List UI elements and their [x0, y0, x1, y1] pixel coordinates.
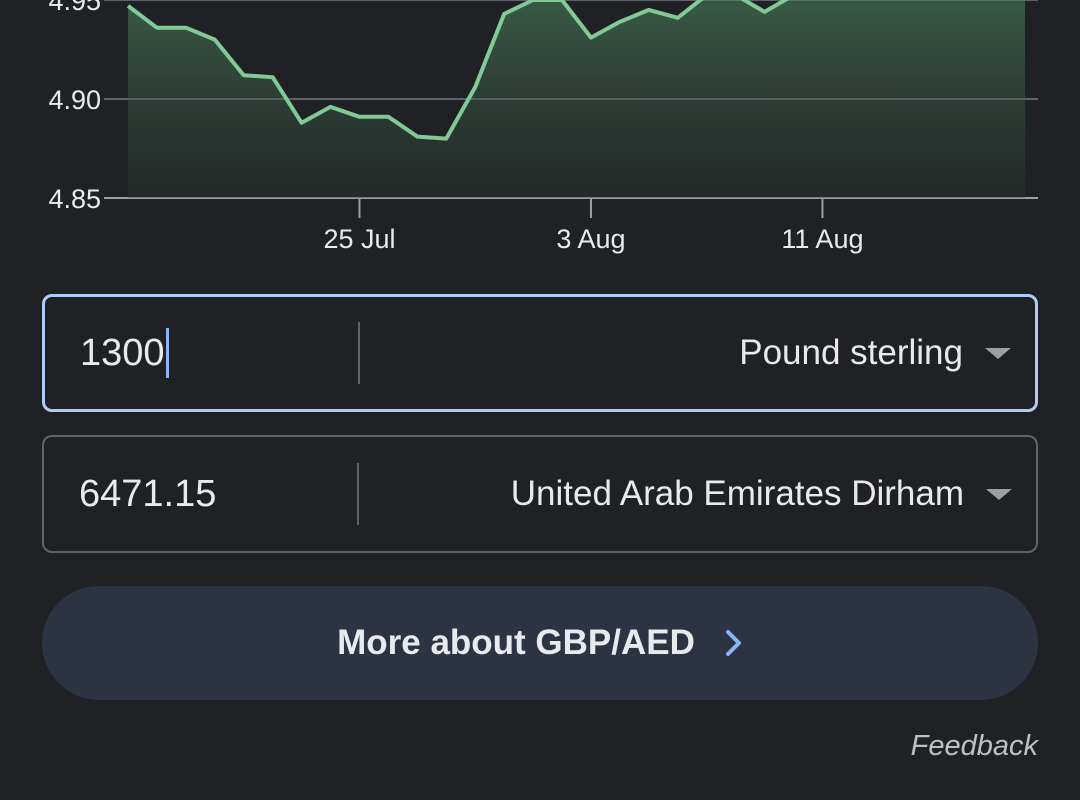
x-tick-label: 3 Aug — [556, 224, 625, 254]
y-tick-label: 4.90 — [48, 85, 101, 115]
x-tick-label: 25 Jul — [323, 224, 395, 254]
dropdown-arrow-icon — [986, 488, 1012, 500]
text-caret — [165, 328, 169, 378]
to-amount-value: 6471.15 — [79, 472, 217, 515]
to-amount-input[interactable]: 6471.15 — [44, 437, 357, 551]
dropdown-arrow-icon — [985, 347, 1011, 359]
from-currency-row: 1300 Pound sterling — [42, 294, 1038, 412]
from-amount-input[interactable]: 1300 — [45, 297, 358, 409]
chevron-right-icon — [725, 629, 743, 657]
chart-y-axis: 4.85 4.90 4.95 — [48, 0, 101, 214]
x-tick-label: 11 Aug — [781, 224, 863, 254]
to-currency-row: 6471.15 United Arab Emirates Dirham — [42, 435, 1038, 553]
from-currency-label: Pound sterling — [739, 333, 963, 372]
y-tick-label: 4.85 — [48, 184, 101, 214]
to-currency-label: United Arab Emirates Dirham — [510, 474, 964, 513]
to-currency-select[interactable]: United Arab Emirates Dirham — [359, 437, 1036, 551]
more-about-label: More about GBP/AED — [337, 623, 695, 662]
exchange-rate-chart[interactable]: 4.85 4.90 4.95 25 Jul 3 Aug 11 Aug — [0, 0, 1080, 270]
from-currency-select[interactable]: Pound sterling — [360, 297, 1035, 409]
feedback-link[interactable]: Feedback — [911, 730, 1038, 763]
chart-x-axis: 25 Jul 3 Aug 11 Aug — [323, 198, 863, 254]
chart-area-fill — [128, 0, 1025, 198]
more-about-button[interactable]: More about GBP/AED — [42, 586, 1038, 700]
from-amount-value: 1300 — [80, 331, 165, 374]
y-tick-label: 4.95 — [48, 0, 101, 16]
